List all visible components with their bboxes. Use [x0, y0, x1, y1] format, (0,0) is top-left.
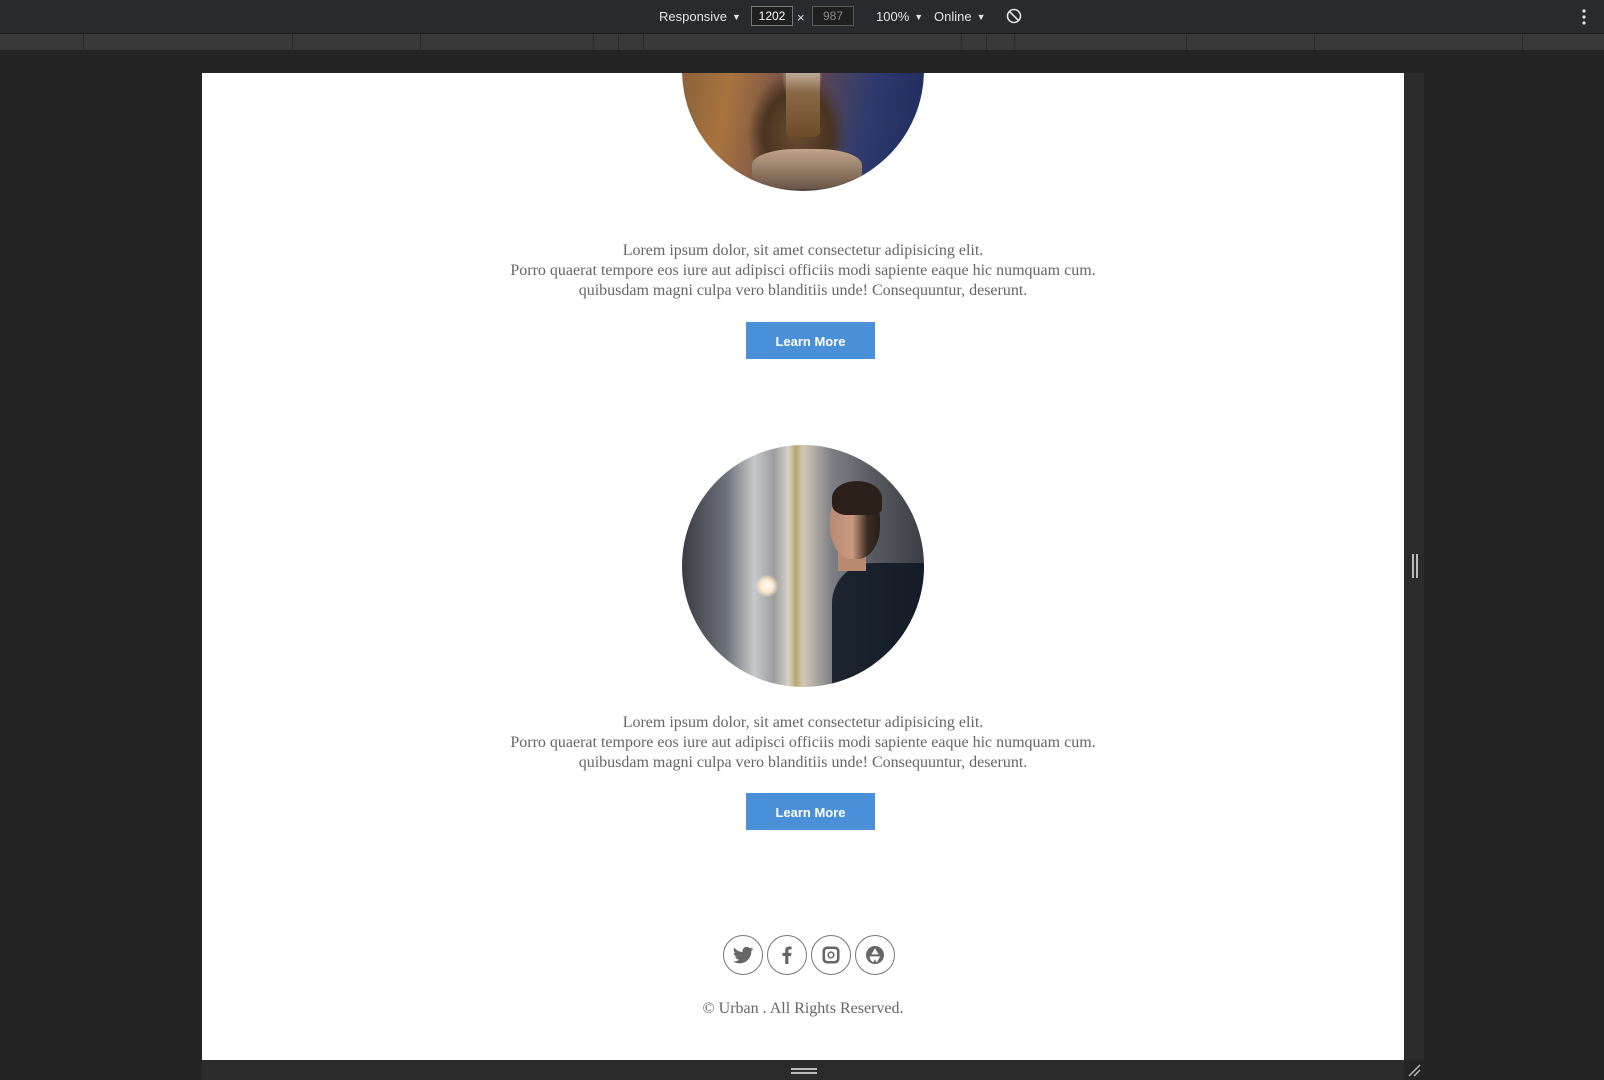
rotate-icon[interactable] — [1005, 7, 1023, 25]
emulated-viewport[interactable]: Lorem ipsum dolor, sit amet consectetur … — [202, 73, 1404, 1060]
picasa-icon — [866, 946, 884, 964]
zoom-select[interactable]: 100% ▼ — [876, 0, 923, 33]
media-query-divider — [1314, 34, 1315, 50]
description-line: quibusdam magni culpa vero blanditiis un… — [578, 282, 1028, 299]
media-query-divider — [961, 34, 962, 50]
social-links — [723, 935, 903, 977]
photo-rock — [752, 149, 862, 189]
device-toolbar: Responsive ▼ × 100% ▼ Online ▼ — [0, 0, 1604, 34]
resize-corner-icon[interactable] — [1406, 1062, 1422, 1078]
instagram-link[interactable] — [811, 935, 851, 975]
learn-more-button[interactable]: Learn More — [746, 793, 875, 830]
instagram-icon — [822, 946, 840, 964]
photo-person-hair — [832, 481, 882, 515]
chevron-down-icon: ▼ — [976, 12, 986, 22]
description-line: Lorem ipsum dolor, sit amet consectetur … — [622, 714, 984, 731]
item-description: Lorem ipsum dolor, sit amet consectetur … — [202, 713, 1404, 773]
chevron-down-icon: ▼ — [914, 12, 924, 22]
media-query-divider — [986, 34, 987, 50]
description-line: Lorem ipsum dolor, sit amet consectetur … — [622, 242, 984, 259]
twitter-icon — [733, 946, 754, 964]
media-query-divider — [593, 34, 594, 50]
profile-photo-subway — [682, 445, 924, 687]
width-input[interactable] — [751, 6, 793, 26]
facebook-link[interactable] — [767, 935, 807, 975]
learn-more-button[interactable]: Learn More — [746, 322, 875, 359]
device-select[interactable]: Responsive ▼ — [659, 0, 741, 33]
zoom-select-label: 100% — [876, 9, 910, 24]
viewport-resize-handle-bottom[interactable] — [202, 1060, 1404, 1080]
photo-figure — [786, 73, 820, 137]
viewport-resize-handle-right[interactable] — [1404, 73, 1424, 1060]
photo-person-body — [832, 563, 924, 687]
network-select-label: Online — [934, 9, 972, 24]
device-select-label: Responsive — [659, 9, 727, 24]
media-query-divider — [83, 34, 84, 50]
grip-icon — [1412, 554, 1418, 578]
profile-photo-hiker — [682, 73, 924, 191]
media-query-bar[interactable] — [0, 34, 1604, 50]
facebook-icon — [782, 946, 792, 964]
description-line: quibusdam magni culpa vero blanditiis un… — [578, 754, 1028, 771]
twitter-link[interactable] — [723, 935, 763, 975]
photo-train-light — [756, 575, 778, 597]
media-query-divider — [1186, 34, 1187, 50]
media-query-divider — [292, 34, 293, 50]
chevron-down-icon: ▼ — [731, 12, 741, 22]
media-query-divider — [420, 34, 421, 50]
height-input[interactable] — [812, 6, 854, 26]
media-query-divider — [643, 34, 644, 50]
picasa-link[interactable] — [855, 935, 895, 975]
more-vert-icon[interactable] — [1578, 7, 1590, 27]
item-description: Lorem ipsum dolor, sit amet consectetur … — [202, 241, 1404, 301]
description-line: Porro quaerat tempore eos iure aut adipi… — [510, 262, 1096, 279]
media-query-divider — [1014, 34, 1015, 50]
media-query-divider — [1522, 34, 1523, 50]
network-throttle-select[interactable]: Online ▼ — [934, 0, 986, 33]
media-query-divider — [618, 34, 619, 50]
grip-icon — [791, 1068, 817, 1074]
dimension-separator: × — [797, 10, 805, 25]
description-line: Porro quaerat tempore eos iure aut adipi… — [510, 734, 1096, 751]
copyright-text: © Urban . All Rights Reserved. — [702, 1000, 904, 1017]
